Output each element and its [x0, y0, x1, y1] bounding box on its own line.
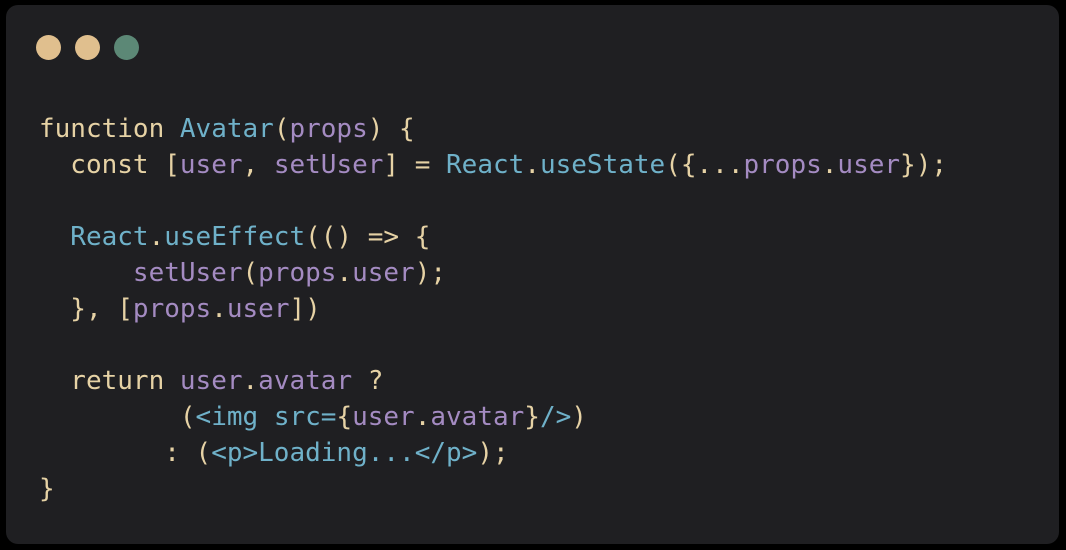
code-token: ,: [242, 150, 274, 180]
code-token: ): [571, 402, 587, 432]
code-token: props: [289, 114, 368, 144]
code-token: Avatar: [179, 114, 274, 144]
code-token: : (: [39, 438, 212, 468]
code-token: props: [743, 150, 822, 180]
code-token: ({: [665, 150, 697, 180]
code-token: ] =: [383, 150, 447, 180]
code-token: .: [336, 258, 353, 288]
maximize-dot-icon[interactable]: [114, 35, 139, 60]
code-token: (: [273, 114, 290, 144]
code-token: .: [211, 294, 227, 324]
code-token: });: [900, 150, 948, 180]
code-token: avatar: [430, 402, 525, 432]
code-token: <img src=: [195, 402, 337, 432]
code-line: }, [props.user]): [39, 291, 947, 327]
code-token: ]): [289, 294, 321, 324]
code-window: function Avatar(props) { const [user, se…: [6, 5, 1059, 544]
code-token: user: [352, 258, 415, 288]
code-token: ) {: [367, 114, 415, 144]
code-token: useState: [539, 150, 666, 180]
close-dot-icon[interactable]: [36, 35, 61, 60]
code-token: .: [242, 366, 259, 396]
code-token: }: [39, 474, 55, 504]
code-line: (<img src={user.avatar}/>): [39, 399, 947, 435]
code-token: props: [258, 258, 337, 288]
code-line: return user.avatar ?: [39, 363, 947, 399]
code-token: user: [179, 366, 243, 396]
code-token: useEffect: [164, 222, 306, 252]
code-token: .: [414, 402, 431, 432]
code-line: setUser(props.user);: [39, 255, 947, 291]
code-token: </p>: [414, 438, 478, 468]
code-token: avatar: [258, 366, 353, 396]
code-token: }: [524, 402, 540, 432]
code-token: ...: [696, 150, 744, 180]
code-token: return: [39, 366, 180, 396]
minimize-dot-icon[interactable]: [75, 35, 100, 60]
code-token: React: [446, 150, 525, 180]
code-token: (: [39, 402, 196, 432]
code-token: const: [39, 150, 165, 180]
code-token: (() => {: [305, 222, 431, 252]
code-block: function Avatar(props) { const [user, se…: [39, 111, 947, 507]
code-token: />: [539, 402, 572, 432]
code-line: React.useEffect(() => {: [39, 219, 947, 255]
code-token: .: [821, 150, 838, 180]
code-token: React: [39, 222, 149, 252]
code-line: function Avatar(props) {: [39, 111, 947, 147]
code-token: .: [524, 150, 540, 180]
code-token: .: [148, 222, 165, 252]
code-token: setUser: [273, 150, 384, 180]
code-token: setUser: [39, 258, 243, 288]
window-controls: [36, 35, 139, 60]
code-line: const [user, setUser] = React.useState({…: [39, 147, 947, 183]
code-token: {: [336, 402, 353, 432]
code-token: );: [477, 438, 509, 468]
code-token: [: [164, 150, 180, 180]
code-token: (: [242, 258, 259, 288]
code-token: props: [132, 294, 212, 324]
code-token: function: [39, 114, 180, 144]
code-token: <p>: [211, 438, 259, 468]
code-token: user: [352, 402, 415, 432]
code-line: : (<p>Loading...</p>);: [39, 435, 947, 471]
code-token: user: [837, 150, 901, 180]
code-token: user: [226, 294, 290, 324]
code-line: }: [39, 471, 947, 507]
code-token: user: [179, 150, 243, 180]
code-token: Loading...: [258, 438, 415, 468]
code-token: ?: [352, 366, 384, 396]
code-token: }, [: [39, 294, 133, 324]
code-token: );: [414, 258, 447, 288]
